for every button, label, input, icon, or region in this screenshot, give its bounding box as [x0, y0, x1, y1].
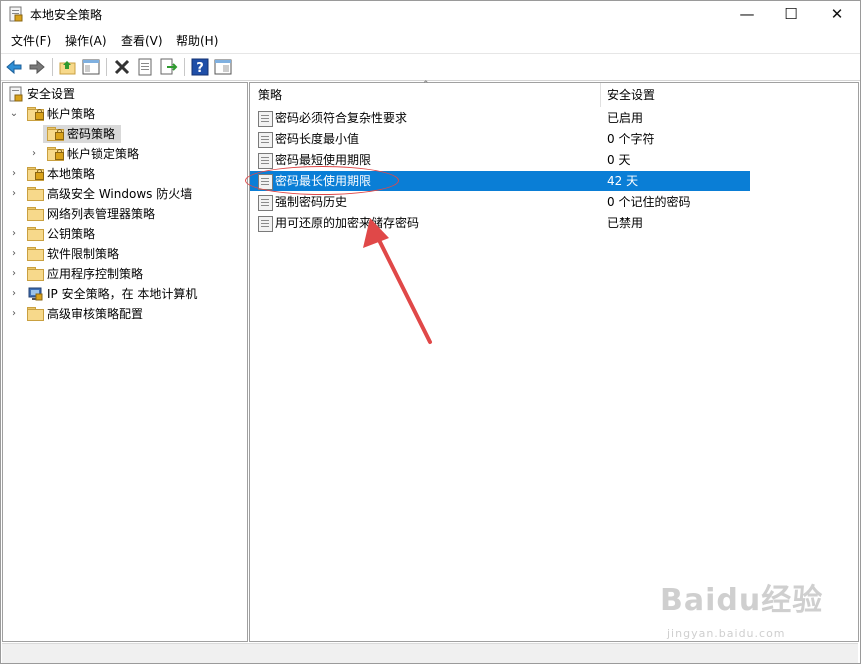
- menu-file[interactable]: 文件(F): [11, 32, 51, 49]
- menu-action[interactable]: 操作(A): [65, 32, 107, 49]
- toolbar-separator: [106, 58, 107, 76]
- policy-value: 0 个字符: [607, 132, 655, 146]
- tree-item-label: 软件限制策略: [47, 247, 120, 261]
- policy-value: 42 天: [607, 174, 639, 188]
- tree-item-label: 公钥策略: [47, 227, 96, 241]
- chevron-right-icon[interactable]: ›: [9, 224, 19, 244]
- sort-ascending-icon: ⌃: [422, 80, 430, 90]
- tree-pane: 安全设置 ⌄ 帐户策略 密码策略 › 帐户锁定策略 › 本地策略 › 高级安全 …: [2, 82, 248, 642]
- folder-icon: [27, 247, 44, 261]
- tree-item-label: 帐户锁定策略: [67, 147, 140, 161]
- maximize-button[interactable]: ☐: [768, 1, 814, 27]
- tree-item-local-policy[interactable]: › 本地策略: [7, 164, 237, 184]
- tree-item-label: 高级安全 Windows 防火墙: [47, 187, 193, 201]
- tree-item-account-policy[interactable]: ⌄ 帐户策略: [7, 104, 237, 124]
- tree-item-app-control[interactable]: › 应用程序控制策略: [7, 264, 237, 284]
- policy-icon: [258, 195, 273, 211]
- list-row[interactable]: 密码必须符合复杂性要求 已启用: [250, 108, 750, 128]
- column-header-policy[interactable]: 策略: [258, 83, 282, 107]
- folder-lock-icon: [27, 107, 44, 121]
- security-policy-icon: [9, 6, 23, 22]
- policy-name: 密码必须符合复杂性要求: [275, 111, 408, 125]
- column-separator[interactable]: [600, 83, 601, 107]
- chevron-right-icon[interactable]: ›: [9, 304, 19, 324]
- folder-lock-icon: [47, 127, 64, 141]
- tree-item-label: 密码策略: [67, 127, 116, 141]
- status-bar: [2, 643, 858, 663]
- folder-lock-icon: [47, 147, 64, 161]
- minimize-button[interactable]: —: [724, 1, 770, 27]
- tree-item-password-policy[interactable]: 密码策略: [7, 124, 237, 144]
- folder-icon: [27, 227, 44, 241]
- folder-icon: [27, 207, 44, 221]
- chevron-right-icon[interactable]: ›: [9, 264, 19, 284]
- export-icon[interactable]: [158, 57, 178, 77]
- delete-icon[interactable]: [112, 57, 132, 77]
- folder-lock-icon: [27, 167, 44, 181]
- watermark-url: jingyan.baidu.com: [667, 627, 786, 640]
- policy-value: 0 个记住的密码: [607, 195, 691, 209]
- tree-item-label: IP 安全策略，在 本地计算机: [47, 287, 198, 301]
- close-button[interactable]: ✕: [814, 1, 860, 27]
- chevron-right-icon[interactable]: ›: [9, 284, 19, 304]
- menu-help[interactable]: 帮助(H): [176, 32, 218, 49]
- view-icon[interactable]: [213, 57, 233, 77]
- policy-name: 用可还原的加密来储存密码: [275, 216, 420, 230]
- policy-icon: [258, 153, 273, 169]
- policy-icon: [258, 216, 273, 232]
- tree-item-label: 网络列表管理器策略: [47, 207, 156, 221]
- chevron-right-icon[interactable]: ›: [9, 244, 19, 264]
- tree-item-firewall[interactable]: › 高级安全 Windows 防火墙: [7, 184, 237, 204]
- tree-item-network-list[interactable]: 网络列表管理器策略: [7, 204, 237, 224]
- policy-value: 0 天: [607, 153, 631, 167]
- app-window: 本地安全策略 — ☐ ✕ 文件(F) 操作(A) 查看(V) 帮助(H) ? 安…: [0, 0, 861, 664]
- tree-item-advanced-audit[interactable]: › 高级审核策略配置: [7, 304, 237, 324]
- list-row[interactable]: 强制密码历史 0 个记住的密码: [250, 192, 750, 212]
- policy-value: 已启用: [607, 111, 644, 125]
- tree-item-label: 帐户策略: [47, 107, 96, 121]
- security-settings-icon: [9, 86, 23, 102]
- up-folder-icon[interactable]: [58, 57, 78, 77]
- chevron-right-icon[interactable]: ›: [9, 164, 19, 184]
- policy-name: 密码长度最小值: [275, 132, 360, 146]
- tree-item-label: 高级审核策略配置: [47, 307, 144, 321]
- tree-item-software-restriction[interactable]: › 软件限制策略: [7, 244, 237, 264]
- annotation-ellipse: [245, 166, 399, 195]
- chevron-right-icon[interactable]: ›: [29, 144, 39, 164]
- tree-item-public-key[interactable]: › 公钥策略: [7, 224, 237, 244]
- watermark-logo: Baidu经验: [660, 583, 824, 618]
- policy-icon: [258, 132, 273, 148]
- properties-icon[interactable]: [135, 57, 155, 77]
- policy-value: 已禁用: [607, 216, 644, 230]
- forward-icon[interactable]: [27, 57, 47, 77]
- title-bar: 本地安全策略 — ☐ ✕: [1, 1, 860, 27]
- ip-security-computer-icon: [28, 287, 43, 301]
- policy-icon: [258, 111, 273, 127]
- tree-item-label: 应用程序控制策略: [47, 267, 144, 281]
- tree-item-label: 本地策略: [47, 167, 96, 181]
- folder-icon: [27, 187, 44, 201]
- tree-item-account-lockout[interactable]: › 帐户锁定策略: [7, 144, 237, 164]
- chevron-right-icon[interactable]: ›: [9, 184, 19, 204]
- column-header-setting[interactable]: 安全设置: [607, 83, 655, 107]
- tree-item-ip-security[interactable]: › IP 安全策略，在 本地计算机: [7, 284, 237, 304]
- chevron-down-icon[interactable]: ⌄: [9, 104, 19, 124]
- toolbar-separator: [52, 58, 53, 76]
- help-icon[interactable]: ?: [190, 57, 210, 77]
- list-row[interactable]: 用可还原的加密来储存密码 已禁用: [250, 213, 750, 233]
- tree-root[interactable]: 安全设置: [7, 84, 237, 104]
- show-tree-icon[interactable]: [81, 57, 101, 77]
- window-title: 本地安全策略: [30, 8, 103, 22]
- back-icon[interactable]: [4, 57, 24, 77]
- toolbar-separator: [184, 58, 185, 76]
- folder-icon: [27, 267, 44, 281]
- toolbar: ?: [1, 53, 860, 81]
- folder-icon: [27, 307, 44, 321]
- svg-text:?: ?: [196, 61, 204, 76]
- list-row[interactable]: 密码长度最小值 0 个字符: [250, 129, 750, 149]
- tree-root-label: 安全设置: [27, 87, 76, 101]
- policy-name: 强制密码历史: [275, 195, 348, 209]
- menu-view[interactable]: 查看(V): [121, 32, 163, 49]
- menu-bar: 文件(F) 操作(A) 查看(V) 帮助(H): [1, 29, 860, 51]
